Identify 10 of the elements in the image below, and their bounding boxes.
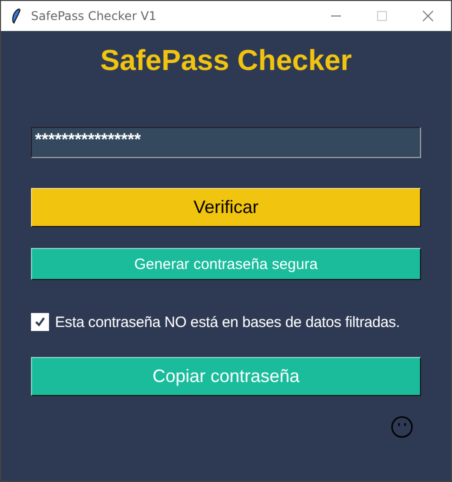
password-field[interactable]: **************** bbox=[31, 127, 421, 158]
checkbox[interactable] bbox=[31, 313, 49, 331]
smiley-icon bbox=[391, 416, 413, 438]
action-button[interactable]: Verificar bbox=[31, 188, 421, 227]
app-heading: SafePass Checker bbox=[99, 45, 353, 79]
window-title: SafePass Checker V1 bbox=[31, 9, 156, 23]
feather-icon bbox=[11, 8, 21, 24]
checkbox-label: Esta contraseña NO está en bases de datos filtradas. bbox=[55, 314, 400, 330]
checkmark-icon bbox=[33, 315, 47, 329]
close-icon[interactable] bbox=[422, 10, 434, 22]
